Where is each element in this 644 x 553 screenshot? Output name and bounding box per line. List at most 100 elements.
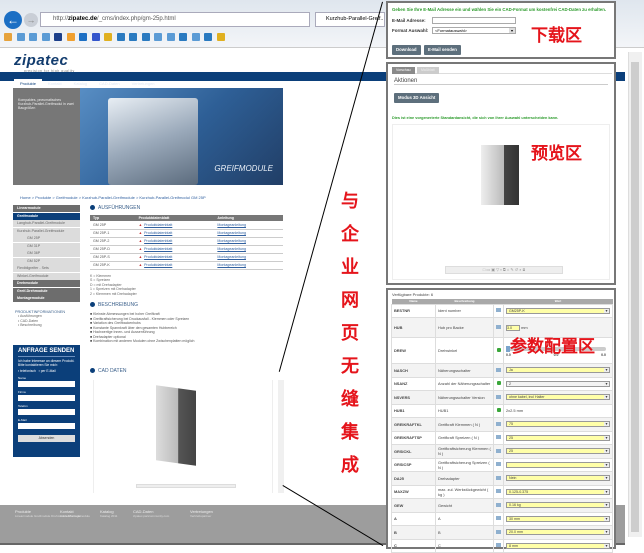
sidebar-item[interactable]: Montagemodule [13, 295, 80, 302]
datasheet-link[interactable]: Produktdatenblatt [144, 239, 172, 243]
value-select[interactable]: 20.0 mm [506, 529, 610, 536]
toolbar-icon[interactable] [79, 33, 87, 41]
toolbar-icon[interactable] [91, 33, 100, 41]
toolbar-icon[interactable] [4, 33, 12, 41]
table-icon[interactable] [496, 529, 501, 534]
toolbar-icon[interactable] [166, 33, 175, 41]
manual-link[interactable]: Montageanleitung [217, 239, 246, 243]
radio-email[interactable]: ▪ per E-Mail [39, 369, 56, 373]
sidebar-item[interactable]: Flexibilgreifer - Sets [13, 265, 80, 272]
table-icon[interactable] [496, 308, 501, 313]
toolbar-icon[interactable] [141, 33, 150, 41]
value-select[interactable]: ohne kabel, incl Halter [506, 394, 610, 401]
datasheet-link[interactable]: Produktdatenblatt [144, 223, 172, 227]
sidebar-item[interactable]: GM 31P [13, 242, 80, 250]
table-icon[interactable] [496, 448, 501, 453]
sidebar-item[interactable]: Greif-Drehmodule [13, 287, 80, 295]
footer-links[interactable]: Katalog 2011 [100, 514, 117, 518]
toolbar-icon[interactable] [41, 33, 50, 41]
site-logo[interactable]: zipatec precision for high quality [14, 52, 75, 73]
format-select[interactable]: <Formatauswahl> ▾ [432, 27, 516, 34]
manual-link[interactable]: Montageanleitung [217, 255, 246, 259]
toolbar-icon[interactable] [104, 33, 112, 41]
toolbar-icon[interactable] [66, 33, 75, 41]
forward-button[interactable]: → [24, 13, 38, 27]
datasheet-link[interactable]: Produktdatenblatt [144, 255, 172, 259]
toolbar-icon[interactable] [116, 33, 125, 41]
nav-item-produkte[interactable]: Produkte [14, 79, 43, 88]
radio-phone[interactable]: ▪ telefonisch [18, 369, 36, 373]
sidebar-item[interactable]: GM 25P [13, 235, 80, 242]
toolbar-icon[interactable] [54, 33, 62, 41]
value-select[interactable]: 25 [506, 448, 610, 455]
back-button[interactable]: ← [4, 11, 22, 29]
footer-links[interactable]: Kontaktformular [60, 514, 81, 518]
lock-icon[interactable] [496, 348, 501, 352]
value-input[interactable]: 3.0 [506, 324, 520, 331]
nav-item-kontakt[interactable]: Kontakt [42, 79, 68, 88]
email-send-button[interactable]: E-Mail senden [424, 45, 461, 55]
viewer-scrollbar[interactable] [278, 380, 284, 493]
sidebar-item[interactable]: GM 36P [13, 250, 80, 257]
value-select[interactable]: 0.16 kg [506, 502, 610, 509]
table-icon[interactable] [496, 394, 501, 399]
table-icon[interactable] [496, 516, 501, 521]
toolbar-icon[interactable] [216, 33, 225, 41]
value-select[interactable]: 2 [506, 380, 610, 387]
nav-item-cad-daten[interactable]: CAD-Daten [93, 79, 125, 88]
footer-links[interactable]: Vertriebspartner [190, 514, 213, 518]
toolbar-icon[interactable] [191, 33, 200, 41]
toolbar-icon[interactable] [29, 33, 37, 41]
table-icon[interactable] [496, 421, 501, 426]
tab-vorschau[interactable]: Vorschau [392, 67, 415, 74]
product-info-link[interactable]: • Beschreibung [18, 323, 80, 328]
sidebar-item[interactable]: GM 52P [13, 257, 80, 265]
datasheet-link[interactable]: Produktdatenblatt [144, 247, 172, 251]
value-select[interactable]: 8 mm [506, 542, 610, 549]
toolbar-icon[interactable] [204, 33, 212, 41]
sidebar-item[interactable]: Kurzhub-Parallel-Greifmodule [13, 227, 80, 235]
value-select[interactable]: 75 [506, 421, 610, 428]
viewer-toolbar[interactable] [136, 484, 236, 488]
download-button[interactable]: Download [392, 45, 421, 55]
table-icon[interactable] [496, 462, 501, 467]
table-icon[interactable] [496, 543, 501, 548]
address-bar[interactable]: http://zipatec.de/_cms/index.php/gm-25p.… [40, 12, 310, 27]
table-icon[interactable] [496, 475, 501, 480]
nav-item-vertretungen[interactable]: Vertretungen [126, 79, 161, 88]
sidebar-item[interactable]: Linearmodule [13, 205, 80, 212]
firma-input[interactable] [18, 395, 75, 401]
submit-button[interactable]: Absenden [18, 435, 75, 442]
value-select[interactable]: 25 [506, 434, 610, 441]
table-icon[interactable] [496, 435, 501, 440]
manual-link[interactable]: Montageanleitung [217, 223, 246, 227]
datasheet-link[interactable]: Produktdatenblatt [144, 231, 172, 235]
viewer-toolbar[interactable]: □ ▭ ▣ ▽ ▪ ⧉ ⌂ ✎ ↺ ⌕ ⧈ [445, 266, 563, 274]
table-icon[interactable] [496, 502, 501, 507]
sidebar-item[interactable]: Drehmodule [13, 280, 80, 287]
value-select[interactable]: Nein [506, 475, 610, 482]
value-select[interactable]: 30 mm [506, 515, 610, 522]
toolbar-icon[interactable] [154, 33, 162, 41]
lock-icon[interactable] [496, 408, 501, 413]
breadcrumb[interactable]: Home > Produkte > Greifmodule > Kurzhub-… [20, 195, 206, 200]
telefon-input[interactable] [18, 409, 75, 415]
email-input[interactable] [432, 17, 516, 24]
value-select[interactable]: Ja [506, 367, 610, 374]
datasheet-link[interactable]: Produktdatenblatt [144, 263, 172, 267]
table-icon[interactable] [496, 325, 501, 329]
nav-item-katalog[interactable]: Katalog [68, 79, 94, 88]
name-input[interactable] [18, 381, 75, 387]
manual-link[interactable]: Montageanleitung [217, 231, 246, 235]
value-select[interactable]: GM25P-K [506, 307, 610, 314]
footer-links[interactable]: zipatec.partcommunity.com [133, 514, 169, 518]
value-select[interactable]: 0.125-0.375 [506, 488, 610, 495]
sidebar-item[interactable]: Greifmodule [13, 212, 80, 220]
3d-mode-button[interactable]: Modus 3D Ansicht [394, 93, 440, 103]
email-input[interactable] [18, 423, 75, 429]
table-icon[interactable] [496, 489, 501, 494]
scrollbar-thumb[interactable] [631, 62, 639, 532]
table-icon[interactable] [496, 367, 501, 372]
lock-icon[interactable] [496, 381, 501, 386]
manual-link[interactable]: Montageanleitung [217, 247, 246, 251]
